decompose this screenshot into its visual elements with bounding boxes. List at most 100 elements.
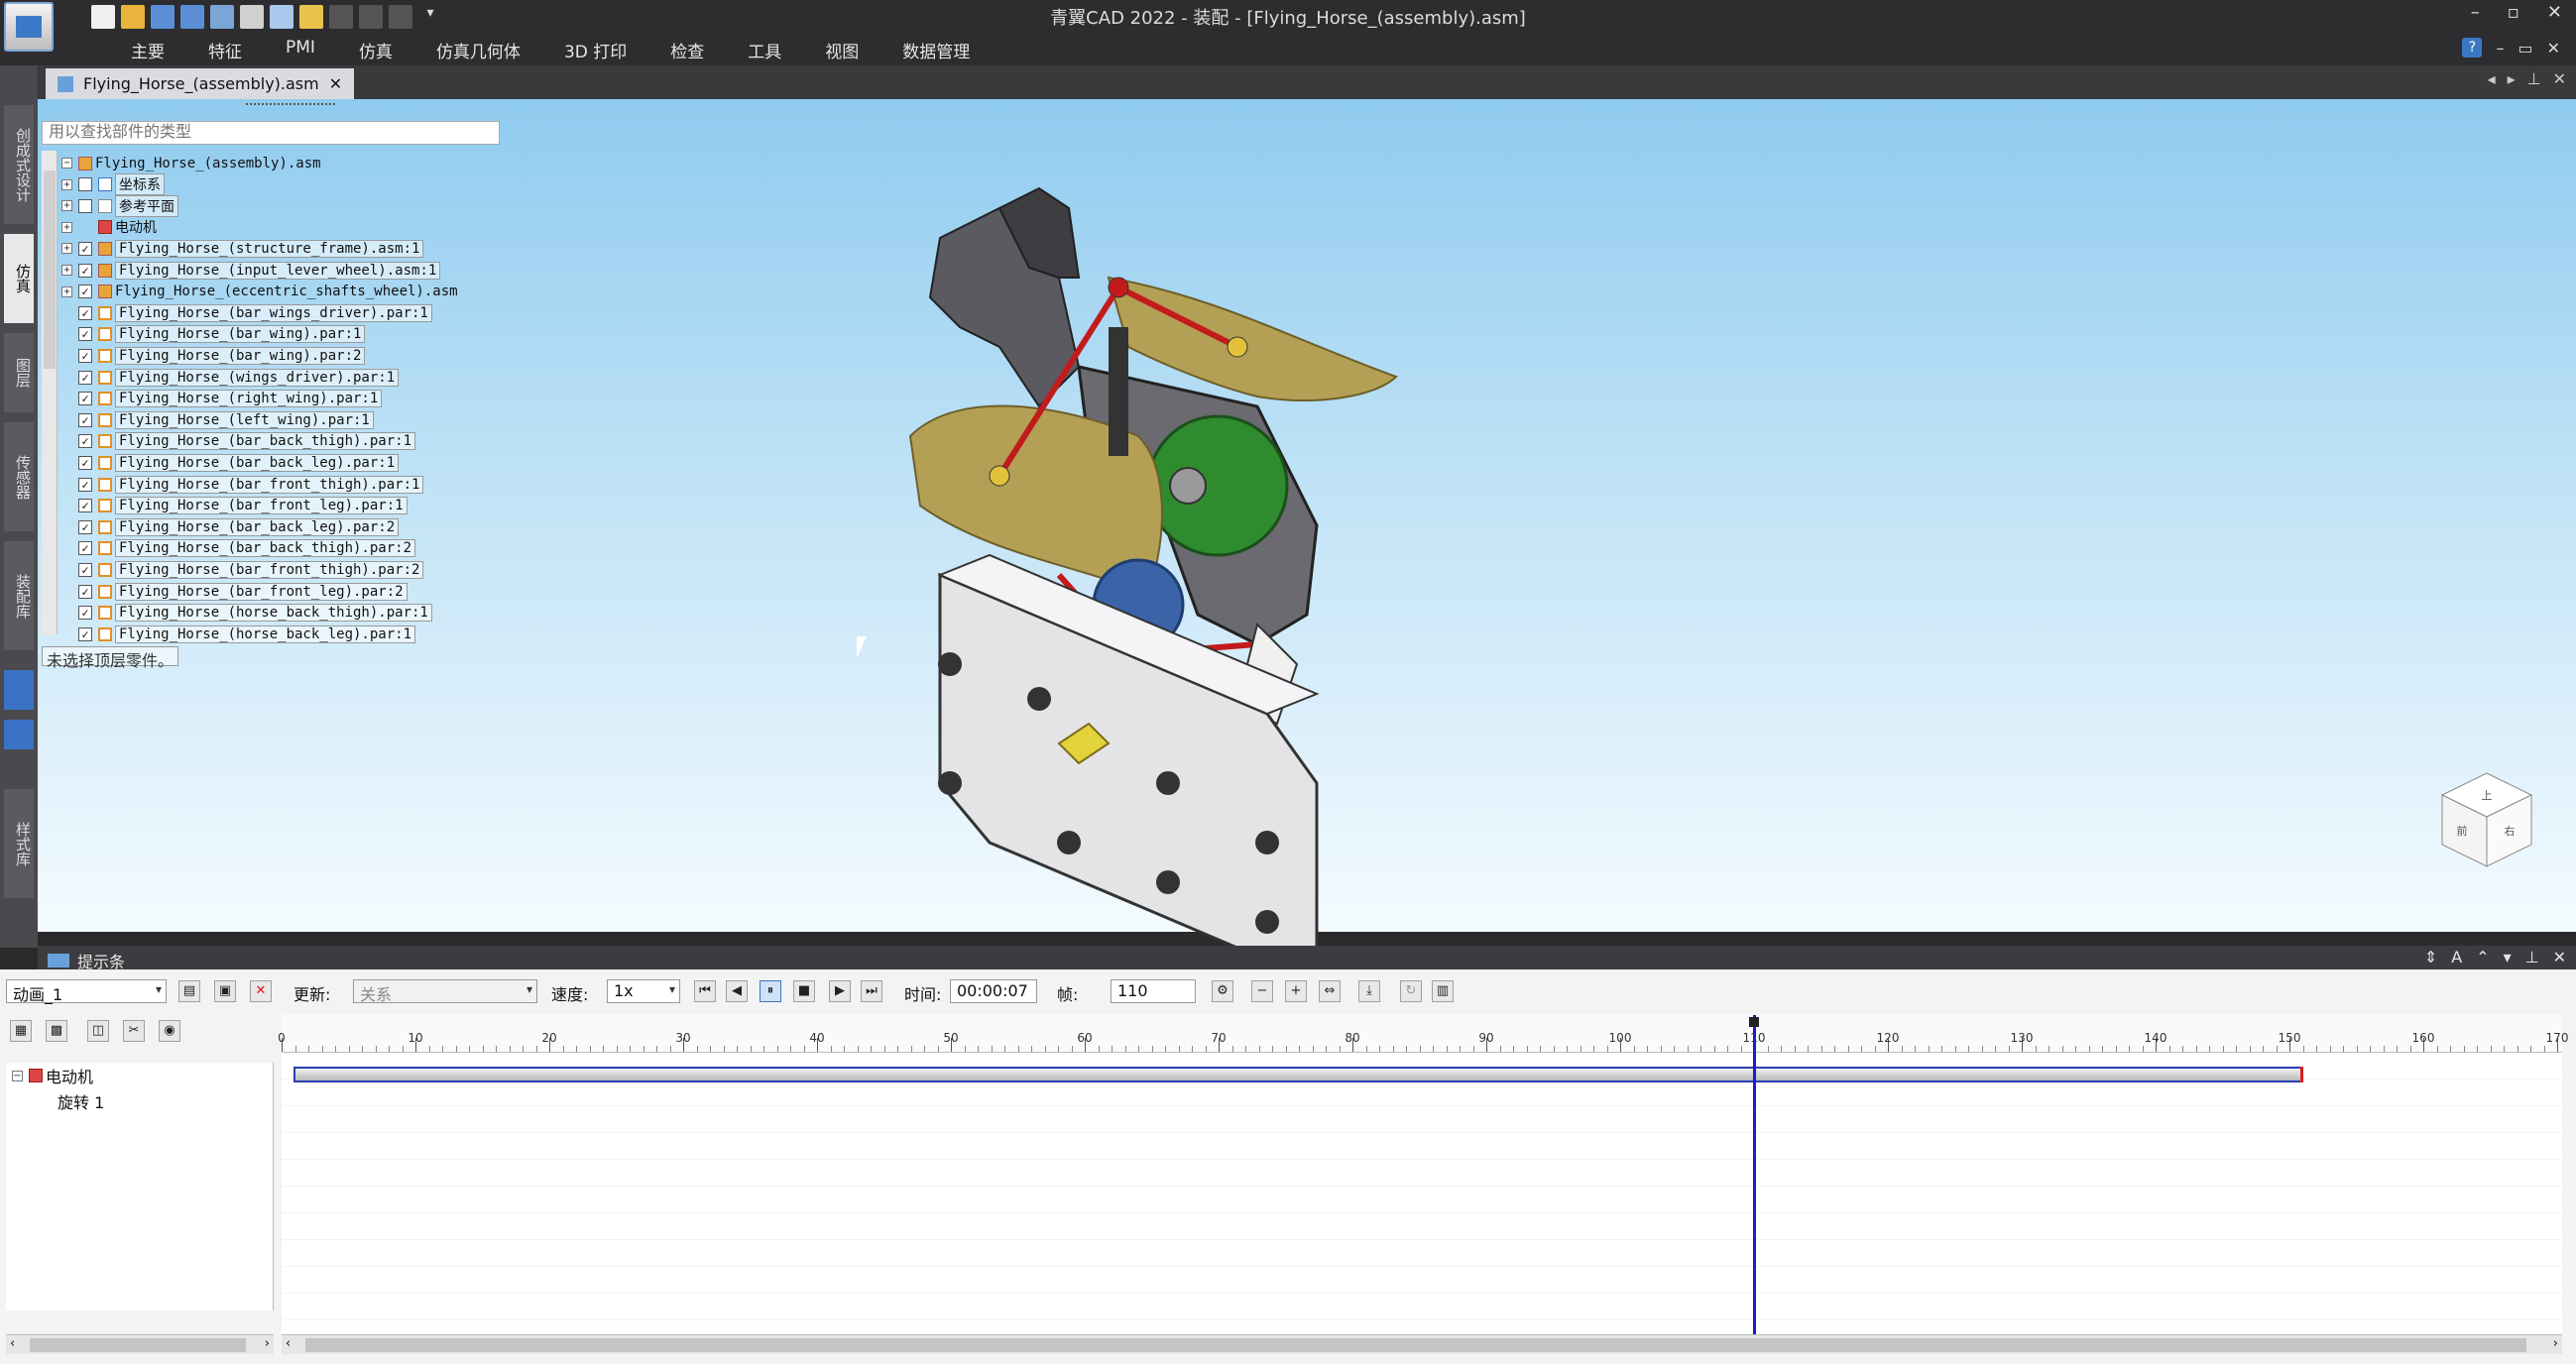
ribbon-minimize-icon[interactable]: – bbox=[2496, 39, 2504, 57]
go-to-start-icon[interactable]: ⏮ bbox=[694, 980, 716, 1002]
prompt-expand-icon[interactable]: ⇕ bbox=[2424, 948, 2437, 966]
collapse-toggle-icon[interactable]: − bbox=[12, 1070, 23, 1081]
visibility-checkbox[interactable]: ✓ bbox=[78, 519, 92, 534]
tab-inspect[interactable]: 检查 bbox=[648, 38, 726, 62]
expand-toggle-icon[interactable]: + bbox=[61, 221, 72, 233]
maximize-icon[interactable]: ▫ bbox=[2508, 2, 2519, 23]
animation-select[interactable]: 动画_1 ▾ bbox=[6, 979, 167, 1004]
visibility-checkbox[interactable]: ✓ bbox=[78, 263, 92, 278]
pathfinder-grip[interactable] bbox=[246, 103, 335, 109]
visibility-checkbox[interactable]: ✓ bbox=[78, 348, 92, 363]
loop-icon[interactable]: ↻ bbox=[1400, 980, 1422, 1002]
expand-toggle-icon[interactable]: + bbox=[61, 285, 72, 297]
tree-item[interactable]: ✓ Flying_Horse_(bar_front_leg).par:1 bbox=[61, 496, 408, 516]
visibility-checkbox[interactable]: ✓ bbox=[78, 499, 92, 513]
visibility-checkbox[interactable] bbox=[78, 198, 92, 213]
prompt-close-icon[interactable]: ✕ bbox=[2553, 948, 2566, 966]
tree-item[interactable]: + 电动机 bbox=[61, 217, 157, 238]
help-side-icon[interactable] bbox=[4, 720, 34, 749]
visibility-checkbox[interactable]: ✓ bbox=[78, 284, 92, 299]
anim-tree-rotation[interactable]: 旋转 1 bbox=[58, 1090, 104, 1112]
visibility-checkbox[interactable]: ✓ bbox=[78, 455, 92, 470]
timeline-playhead[interactable] bbox=[1753, 1015, 1756, 1346]
3d-viewport[interactable]: − Flying_Horse_(assembly).asm + 坐标系 + 参考平面 + 电动… bbox=[38, 99, 2576, 962]
collapse-icon[interactable]: ⌃ bbox=[2476, 948, 2489, 966]
track-end-handle[interactable] bbox=[2299, 1067, 2303, 1082]
font-size-icon[interactable]: A bbox=[2451, 948, 2462, 966]
ribbon-restore-icon[interactable]: ▭ bbox=[2517, 39, 2532, 57]
tree-root-assembly[interactable]: − Flying_Horse_(assembly).asm bbox=[61, 153, 321, 173]
flying-horse-model[interactable] bbox=[841, 149, 1555, 962]
tree-item[interactable]: ✓ Flying_Horse_(bar_back_leg).par:1 bbox=[61, 452, 400, 473]
tab-3d-print[interactable]: 3D 打印 bbox=[542, 38, 648, 62]
visibility-checkbox[interactable]: ✓ bbox=[78, 584, 92, 599]
tab-main[interactable]: 主要 bbox=[109, 38, 186, 62]
tree-item[interactable]: ✓ Flying_Horse_(right_wing).par:1 bbox=[61, 389, 383, 409]
visibility-checkbox[interactable]: ✓ bbox=[78, 241, 92, 256]
update-select[interactable]: 关系 ▾ bbox=[353, 979, 537, 1004]
dropdown-icon[interactable]: ▾ bbox=[2504, 948, 2512, 966]
zoom-in-icon[interactable]: + bbox=[1285, 980, 1307, 1002]
tree-item[interactable]: + ✓ Flying_Horse_(eccentric_shafts_wheel).… bbox=[61, 282, 458, 302]
visibility-checkbox[interactable]: ✓ bbox=[78, 606, 92, 621]
tab-sim-geometry[interactable]: 仿真几何体 bbox=[414, 38, 542, 62]
tree-item[interactable]: ✓ Flying_Horse_(bar_front_thigh).par:2 bbox=[61, 559, 424, 580]
tab-features[interactable]: 特征 bbox=[186, 38, 264, 62]
tree-horizontal-scrollbar[interactable]: ‹ › bbox=[6, 1334, 274, 1354]
ribbon-close-icon[interactable]: ✕ bbox=[2547, 39, 2560, 57]
timeline-scroll-right-icon[interactable]: › bbox=[2553, 1336, 2558, 1351]
visibility-checkbox[interactable]: ✓ bbox=[78, 327, 92, 342]
vtab-sensors[interactable]: 传感器 bbox=[4, 422, 34, 531]
visibility-checkbox[interactable] bbox=[78, 177, 92, 192]
collapse-toggle-icon[interactable]: − bbox=[61, 158, 72, 169]
visibility-checkbox[interactable]: ✓ bbox=[78, 412, 92, 427]
tab-data-management[interactable]: 数据管理 bbox=[880, 38, 992, 62]
doc-pin-icon[interactable]: ⊥ bbox=[2527, 69, 2541, 88]
tab-pmi[interactable]: PMI bbox=[264, 38, 337, 62]
timeline-scroll-left-icon[interactable]: ‹ bbox=[286, 1336, 291, 1351]
step-forward-icon[interactable]: ▶ bbox=[829, 980, 851, 1002]
time-input[interactable]: 00:00:07 bbox=[950, 979, 1037, 1003]
expand-toggle-icon[interactable]: + bbox=[61, 200, 72, 212]
export-icon[interactable]: ⤓ bbox=[1358, 980, 1380, 1002]
fit-timeline-icon[interactable]: ⇔ bbox=[1319, 980, 1341, 1002]
vtab-assembly-library[interactable]: 装配库 bbox=[4, 541, 34, 650]
part-search-input[interactable] bbox=[42, 121, 500, 145]
visibility-checkbox[interactable]: ✓ bbox=[78, 562, 92, 577]
panel-toggle-icon[interactable]: ▥ bbox=[1432, 980, 1454, 1002]
document-tab-close-icon[interactable]: ✕ bbox=[329, 74, 342, 93]
scroll-left-icon[interactable]: ‹ bbox=[10, 1336, 15, 1351]
pause-icon[interactable]: ⏸ bbox=[760, 980, 781, 1002]
next-doc-icon[interactable]: ▸ bbox=[2508, 69, 2516, 88]
tree-item[interactable]: + 坐标系 bbox=[61, 173, 165, 196]
visibility-checkbox[interactable]: ✓ bbox=[78, 541, 92, 556]
tree-item[interactable]: ✓ Flying_Horse_(left_wing).par:1 bbox=[61, 409, 374, 430]
view-cube[interactable]: 上 前 右 bbox=[2432, 763, 2541, 872]
vtab-layers[interactable]: 图层 bbox=[4, 333, 34, 412]
frame-input[interactable]: 110 bbox=[1111, 979, 1196, 1003]
expand-toggle-icon[interactable]: + bbox=[61, 178, 72, 190]
tree-item[interactable]: ✓ Flying_Horse_(bar_wing).par:1 bbox=[61, 324, 366, 345]
tree-item[interactable]: ✓ Flying_Horse_(bar_back_thigh).par:2 bbox=[61, 538, 416, 559]
timeline-ruler[interactable]: 0102030405060708090100110120130140150160… bbox=[278, 1015, 2568, 1053]
scroll-right-icon[interactable]: › bbox=[265, 1336, 270, 1351]
stop-icon[interactable]: ■ bbox=[793, 980, 815, 1002]
tab-view[interactable]: 视图 bbox=[803, 38, 880, 62]
tree-item[interactable]: ✓ Flying_Horse_(bar_back_leg).par:2 bbox=[61, 516, 400, 537]
vtab-style-library[interactable]: 样式库 bbox=[4, 789, 34, 898]
tree-item[interactable]: ✓ Flying_Horse_(bar_wing).par:2 bbox=[61, 345, 366, 366]
vtab-simulation[interactable]: 仿真 bbox=[4, 234, 34, 323]
help-icon[interactable]: ? bbox=[2462, 38, 2483, 57]
tree-item[interactable]: + ✓ Flying_Horse_(structure_frame).asm:1 bbox=[61, 238, 424, 259]
tab-simulation[interactable]: 仿真 bbox=[337, 38, 414, 62]
expand-toggle-icon[interactable]: + bbox=[61, 243, 72, 255]
step-back-icon[interactable]: ◀ bbox=[726, 980, 748, 1002]
minimize-icon[interactable]: – bbox=[2471, 2, 2480, 23]
visibility-checkbox[interactable]: ✓ bbox=[78, 477, 92, 492]
vtab-generative-design[interactable]: 创成式设计 bbox=[4, 105, 34, 224]
close-icon[interactable]: ✕ bbox=[2547, 2, 2562, 23]
visibility-checkbox[interactable]: ✓ bbox=[78, 370, 92, 385]
add-explode-icon[interactable]: ◫ bbox=[87, 1020, 109, 1042]
library-icon[interactable] bbox=[4, 670, 34, 710]
tree-item[interactable]: ✓ Flying_Horse_(horse_back_leg).par:1 bbox=[61, 624, 416, 644]
